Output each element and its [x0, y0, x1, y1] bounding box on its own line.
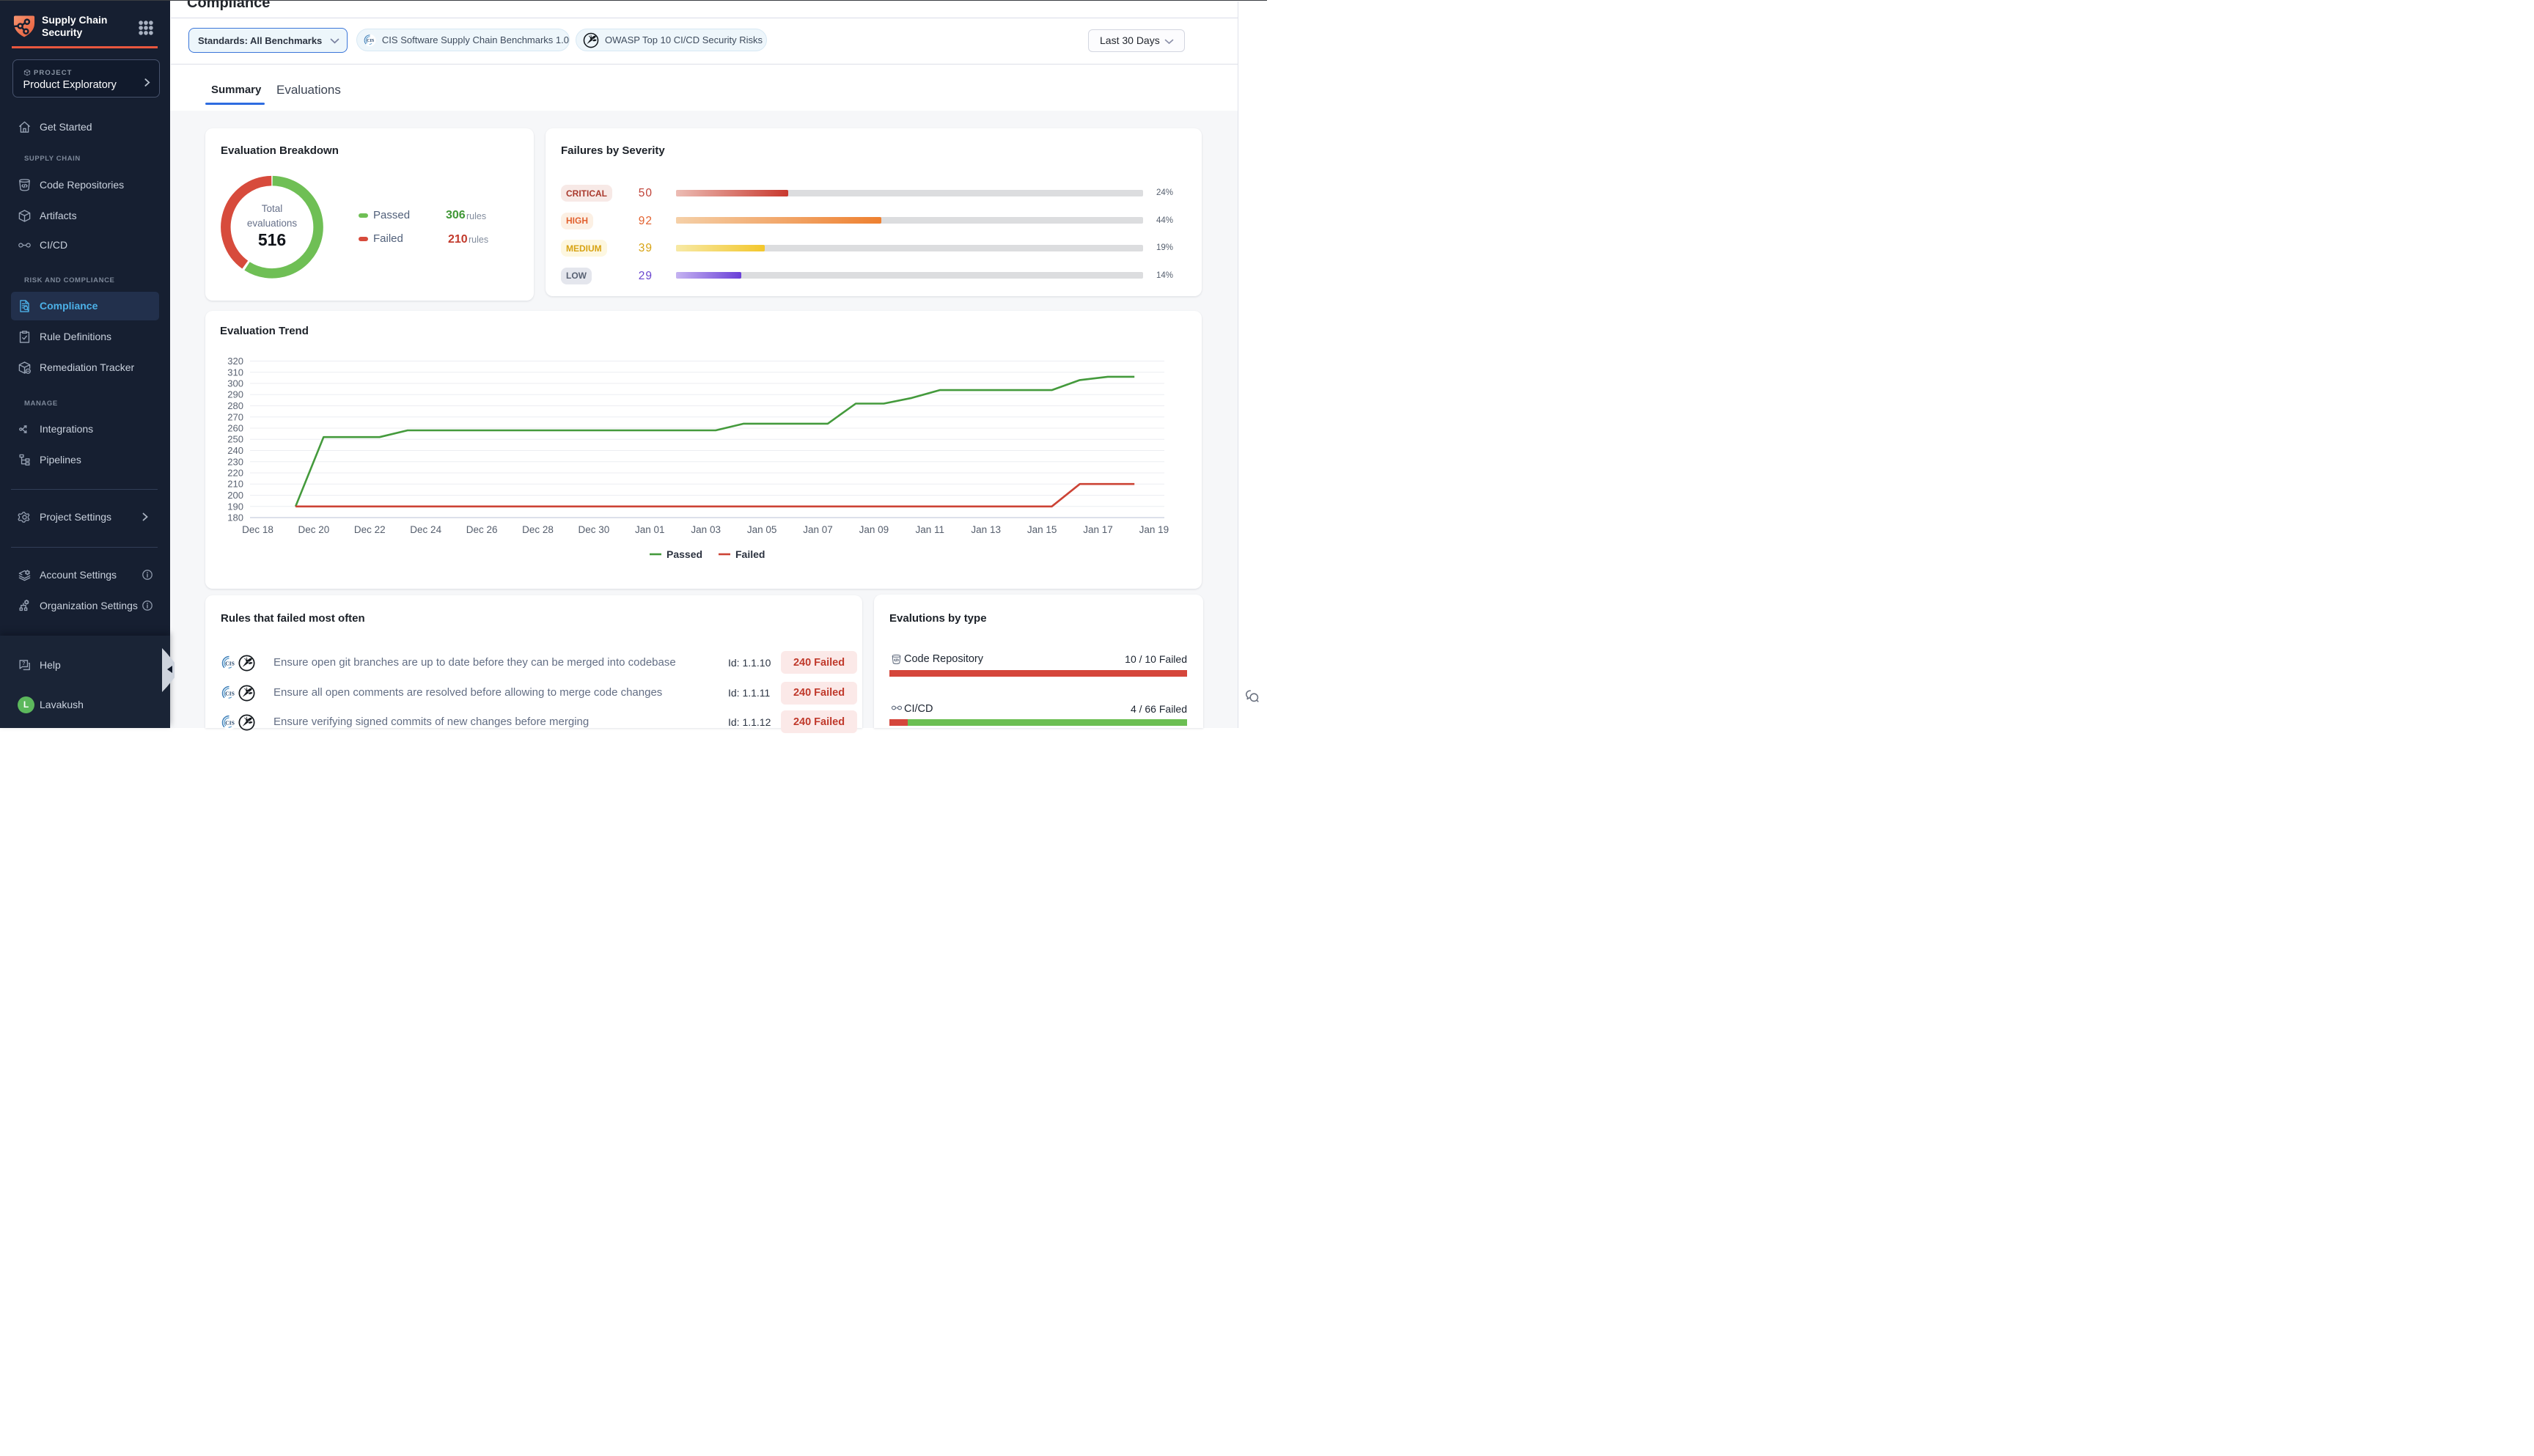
svg-text:Jan 19: Jan 19: [1139, 524, 1169, 535]
svg-text:230: 230: [227, 456, 243, 467]
svg-text:CIS: CIS: [225, 690, 235, 696]
svg-text:Dec 28: Dec 28: [522, 524, 554, 535]
svg-text:310: 310: [227, 367, 243, 378]
svg-text:270: 270: [227, 411, 243, 422]
svg-text:200: 200: [227, 490, 243, 501]
svg-text:320: 320: [227, 356, 243, 367]
svg-text:Dec 20: Dec 20: [298, 524, 330, 535]
svg-text:Failed: Failed: [735, 548, 765, 560]
svg-text:Dec 30: Dec 30: [579, 524, 610, 535]
svg-text:290: 290: [227, 389, 243, 400]
svg-text:Jan 09: Jan 09: [859, 524, 889, 535]
svg-text:300: 300: [227, 378, 243, 389]
svg-text:Dec 26: Dec 26: [466, 524, 498, 535]
svg-text:Jan 13: Jan 13: [971, 524, 1001, 535]
svg-text:Dec 22: Dec 22: [354, 524, 386, 535]
svg-text:?: ?: [22, 661, 25, 666]
svg-text:Jan 05: Jan 05: [747, 524, 777, 535]
svg-text:Jan 17: Jan 17: [1083, 524, 1113, 535]
svg-text:280: 280: [227, 400, 243, 411]
svg-text:260: 260: [227, 423, 243, 434]
svg-text:Jan 01: Jan 01: [635, 524, 665, 535]
svg-text:210: 210: [227, 479, 243, 490]
svg-text:240: 240: [227, 445, 243, 456]
svg-text:CIS: CIS: [225, 660, 235, 666]
svg-text:Jan 15: Jan 15: [1027, 524, 1057, 535]
svg-text:Dec 18: Dec 18: [242, 524, 273, 535]
svg-text:190: 190: [227, 501, 243, 512]
svg-text:Passed: Passed: [666, 548, 702, 560]
svg-text:CIS: CIS: [225, 719, 235, 726]
svg-text:Jan 11: Jan 11: [916, 524, 945, 535]
svg-text:180: 180: [227, 512, 243, 523]
svg-text:220: 220: [227, 468, 243, 479]
svg-text:Jan 03: Jan 03: [691, 524, 721, 535]
svg-text:250: 250: [227, 434, 243, 445]
svg-text:Jan 07: Jan 07: [803, 524, 833, 535]
svg-text:Dec 24: Dec 24: [410, 524, 441, 535]
svg-text:CIS: CIS: [367, 39, 375, 43]
